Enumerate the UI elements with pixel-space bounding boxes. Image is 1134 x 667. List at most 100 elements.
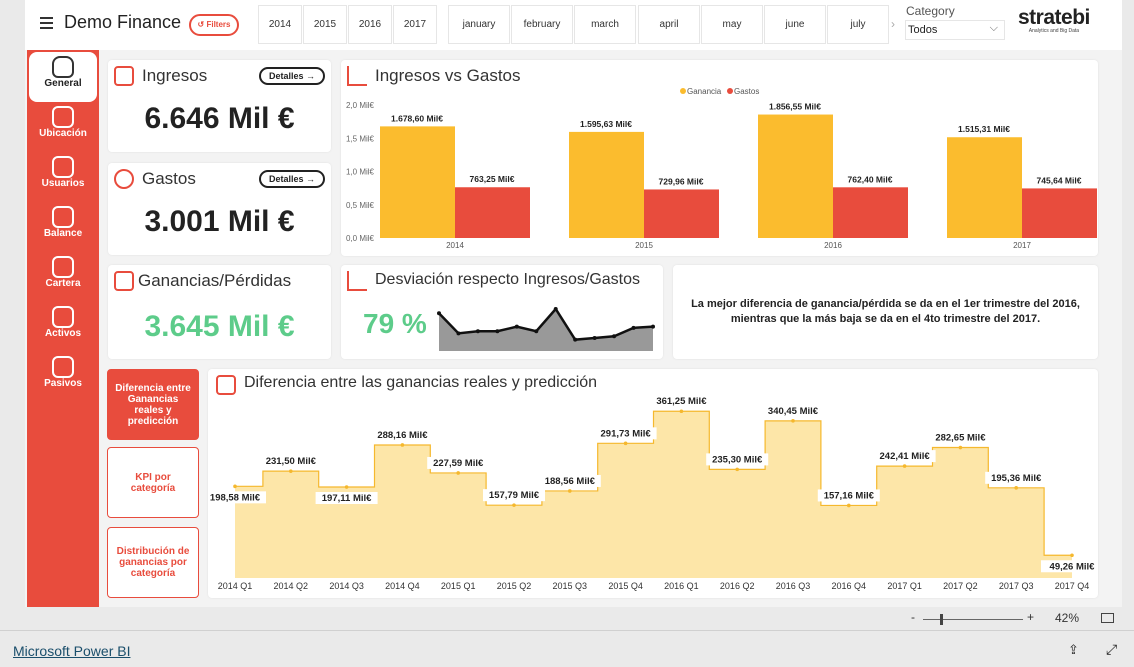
- x-tick-label: 2017: [1013, 241, 1031, 250]
- filters-button[interactable]: ↺ Filters: [189, 14, 239, 36]
- legend-ganancia: Ganancia: [687, 87, 722, 96]
- details-button[interactable]: Detalles →: [258, 170, 325, 188]
- data-label: 361,25 Mil€: [656, 396, 707, 407]
- data-label: 291,73 Mil€: [601, 428, 652, 439]
- x-tick-label: 2017 Q1: [887, 581, 922, 591]
- sparkline-point: [631, 325, 636, 330]
- sidebar-item-usuarios[interactable]: Usuarios: [27, 152, 99, 202]
- month-slicer-april[interactable]: april: [638, 5, 700, 44]
- data-label: 282,65 Mil€: [935, 433, 986, 444]
- kpi-value: 79 %: [363, 308, 427, 339]
- x-tick-label: 2017 Q4: [1055, 581, 1090, 591]
- y-tick-label: 1,5 Mil€: [346, 134, 375, 143]
- card-ingresos-vs-gastos: Ingresos vs Gastos Ganancia Gastos 0,0 Mil…: [341, 60, 1098, 256]
- data-label: 157,79 Mil€: [489, 490, 540, 501]
- year-slicer-2016[interactable]: 2016: [348, 5, 392, 44]
- sparkline-point: [573, 337, 578, 342]
- share-icon[interactable]: ⇪: [1068, 642, 1079, 658]
- zoom-slider[interactable]: [923, 614, 1023, 625]
- year-slicer-2014[interactable]: 2014: [258, 5, 302, 44]
- data-point: [735, 467, 739, 472]
- check-icon: [52, 306, 74, 328]
- sparkline-point: [437, 311, 441, 316]
- sidebar-item-label: Pasivos: [44, 378, 82, 389]
- legend-marker-gastos: [727, 88, 733, 94]
- side-button-2[interactable]: Distribución de ganancias por categoría: [107, 527, 199, 598]
- data-point: [568, 489, 572, 493]
- sidebar-item-balance[interactable]: Balance: [27, 202, 99, 252]
- year-slicer-2015[interactable]: 2015: [303, 5, 347, 44]
- data-label: 762,40 Mil€: [848, 174, 893, 184]
- details-button[interactable]: Detalles →: [258, 67, 325, 85]
- side-button-1[interactable]: KPI por categoría: [107, 447, 199, 518]
- x-tick-label: 2016 Q4: [832, 581, 867, 591]
- x-tick-label: 2014 Q3: [329, 581, 364, 591]
- x-tick-label: 2014 Q4: [385, 581, 420, 591]
- fit-page-icon[interactable]: [1101, 613, 1114, 623]
- data-label: 49,26 Mil€: [1050, 561, 1096, 572]
- month-slicer-june[interactable]: june: [764, 5, 826, 44]
- card-ganancias: Ganancias/Pérdidas 3.645 Mil €: [108, 265, 331, 359]
- trend-icon: [347, 271, 367, 291]
- sparkline-point: [534, 329, 539, 334]
- bar-ganancia-2016: [758, 114, 833, 238]
- y-tick-label: 0,5 Mil€: [346, 201, 375, 210]
- sidebar-item-cartera[interactable]: Cartera: [27, 252, 99, 302]
- data-label: 242,41 Mil€: [880, 451, 931, 462]
- sparkline-point: [456, 331, 461, 336]
- x-tick-label: 2014 Q1: [218, 581, 253, 591]
- data-label: 340,45 Mil€: [768, 406, 819, 417]
- side-button-0[interactable]: Diferencia entre Ganancias reales y pred…: [107, 369, 199, 440]
- month-slicer-january[interactable]: january: [448, 5, 510, 44]
- category-label: Category: [906, 4, 955, 18]
- sidebar-item-activos[interactable]: Activos: [27, 302, 99, 352]
- x-tick-label: 2016 Q3: [776, 581, 811, 591]
- fullscreen-icon[interactable]: ⤢: [1106, 641, 1117, 658]
- data-label: 188,56 Mil€: [545, 476, 596, 487]
- bar-ganancia-2014: [380, 126, 455, 238]
- users-icon: [52, 156, 74, 178]
- slicer-scroll-right-icon[interactable]: ›: [891, 17, 895, 31]
- menu-icon[interactable]: [40, 17, 53, 29]
- x-tick-label: 2014 Q2: [274, 581, 309, 591]
- power-bi-link[interactable]: Microsoft Power BI: [13, 643, 130, 659]
- income-icon: [114, 66, 134, 86]
- card-title: Desviación respecto Ingresos/Gastos: [375, 271, 641, 288]
- bar-gastos-2015: [644, 189, 719, 238]
- zoom-level: 42%: [1055, 611, 1080, 625]
- category-dropdown[interactable]: Todos ⌵: [905, 20, 1005, 40]
- zoom-in-button[interactable]: +: [1027, 610, 1034, 624]
- data-label: 729,96 Mil€: [659, 176, 704, 186]
- sparkline-point: [514, 324, 519, 329]
- data-label: 1.856,55 Mil€: [769, 102, 821, 112]
- month-slicer-may[interactable]: may: [701, 5, 763, 44]
- sidebar-item-ubicación[interactable]: Ubicación: [27, 102, 99, 152]
- data-label: 195,36 Mil€: [991, 473, 1042, 484]
- legend-marker-ganancia: [680, 88, 686, 94]
- data-point: [456, 471, 460, 475]
- sidebar-item-general[interactable]: General: [29, 52, 97, 102]
- sidebar-item-label: Usuarios: [41, 178, 85, 189]
- data-point: [902, 464, 907, 468]
- data-point: [847, 503, 851, 508]
- sparkline-point: [553, 307, 558, 311]
- sidebar-item-pasivos[interactable]: Pasivos: [27, 352, 99, 402]
- sparkline-point: [495, 329, 500, 334]
- year-slicer-2017[interactable]: 2017: [393, 5, 437, 44]
- sidebar: General Ubicación Usuarios Balance Cartera Ac…: [27, 50, 99, 607]
- sidebar-item-label: General: [44, 78, 82, 89]
- month-slicer-july[interactable]: july: [827, 5, 889, 44]
- x-tick-label: 2015 Q1: [441, 581, 476, 591]
- card-gastos: Gastos Detalles → 3.001 Mil €: [108, 163, 331, 255]
- zoom-control: - + 42%: [905, 610, 1125, 627]
- data-point: [623, 441, 628, 446]
- x-tick-label: 2016 Q2: [720, 581, 755, 591]
- zoom-out-button[interactable]: -: [911, 610, 915, 624]
- x-tick-label: 2015 Q4: [608, 581, 643, 591]
- footer: Microsoft Power BI ⇪ ⤢: [0, 630, 1134, 667]
- month-slicer-february[interactable]: february: [511, 5, 573, 44]
- insight-text: La mejor diferencia de ganancia/pérdida …: [691, 298, 1080, 325]
- bar-gastos-2017: [1022, 188, 1097, 238]
- month-slicer-march[interactable]: march: [574, 5, 636, 44]
- bar-ganancia-2015: [569, 131, 644, 238]
